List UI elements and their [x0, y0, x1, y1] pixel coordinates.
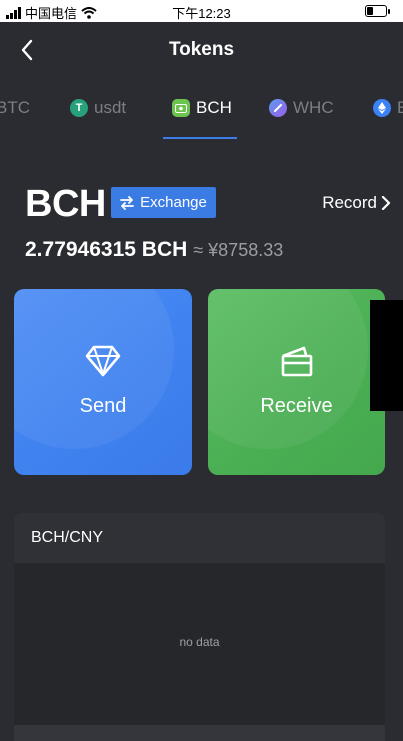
- tab-eth[interactable]: E: [373, 96, 403, 120]
- record-label: Record: [322, 193, 377, 212]
- pair-title: BCH/CNY: [31, 529, 104, 546]
- record-link[interactable]: Record: [322, 193, 391, 213]
- tab-whc[interactable]: WHC: [269, 96, 334, 120]
- page-title: Tokens: [168, 39, 235, 60]
- send-label: Send: [79, 395, 127, 417]
- empty-state: no data: [179, 635, 220, 649]
- tether-icon: T: [70, 99, 88, 117]
- tab-label: BCH: [196, 98, 232, 117]
- receive-button[interactable]: Receive: [208, 289, 385, 475]
- balance-amount: 2.77946315 BCH: [25, 238, 188, 261]
- send-button[interactable]: Send: [14, 289, 192, 475]
- active-tab-indicator: [163, 137, 237, 139]
- price-chart-panel: BCH/CNY no data: [14, 513, 385, 741]
- redaction-block: [370, 300, 403, 411]
- receive-label: Receive: [260, 395, 333, 417]
- balance-row: 2.77946315 BCH ≈ ¥8758.33: [25, 238, 283, 262]
- coin-name: BCH: [25, 183, 106, 225]
- fiat-value: ≈ ¥8758.33: [193, 240, 284, 260]
- exchange-button[interactable]: Exchange: [111, 187, 216, 218]
- tab-label: E: [397, 98, 403, 117]
- header: Tokens: [0, 22, 403, 78]
- eth-icon: [373, 99, 391, 117]
- whc-icon: [269, 99, 287, 117]
- chevron-right-icon: [381, 196, 391, 210]
- exchange-label: Exchange: [140, 194, 207, 211]
- tab-usdt[interactable]: T usdt: [70, 96, 126, 120]
- status-time: 下午12:23: [172, 6, 231, 21]
- tab-label: BTC: [0, 98, 30, 117]
- wallet-icon: [281, 346, 312, 377]
- bch-icon: [172, 99, 190, 117]
- tab-label: usdt: [94, 98, 127, 117]
- token-tabs: BTC T usdt BCH WHC E: [0, 82, 403, 140]
- swap-icon: [120, 195, 135, 210]
- panel-footer: [14, 725, 385, 741]
- tab-bch[interactable]: BCH: [172, 96, 232, 120]
- tab-label: WHC: [293, 98, 334, 117]
- tab-btc[interactable]: BTC: [0, 96, 30, 120]
- battery-icon: [365, 5, 390, 17]
- diamond-icon: [85, 345, 121, 377]
- status-bar: 中国电信 下午12:23: [0, 0, 403, 22]
